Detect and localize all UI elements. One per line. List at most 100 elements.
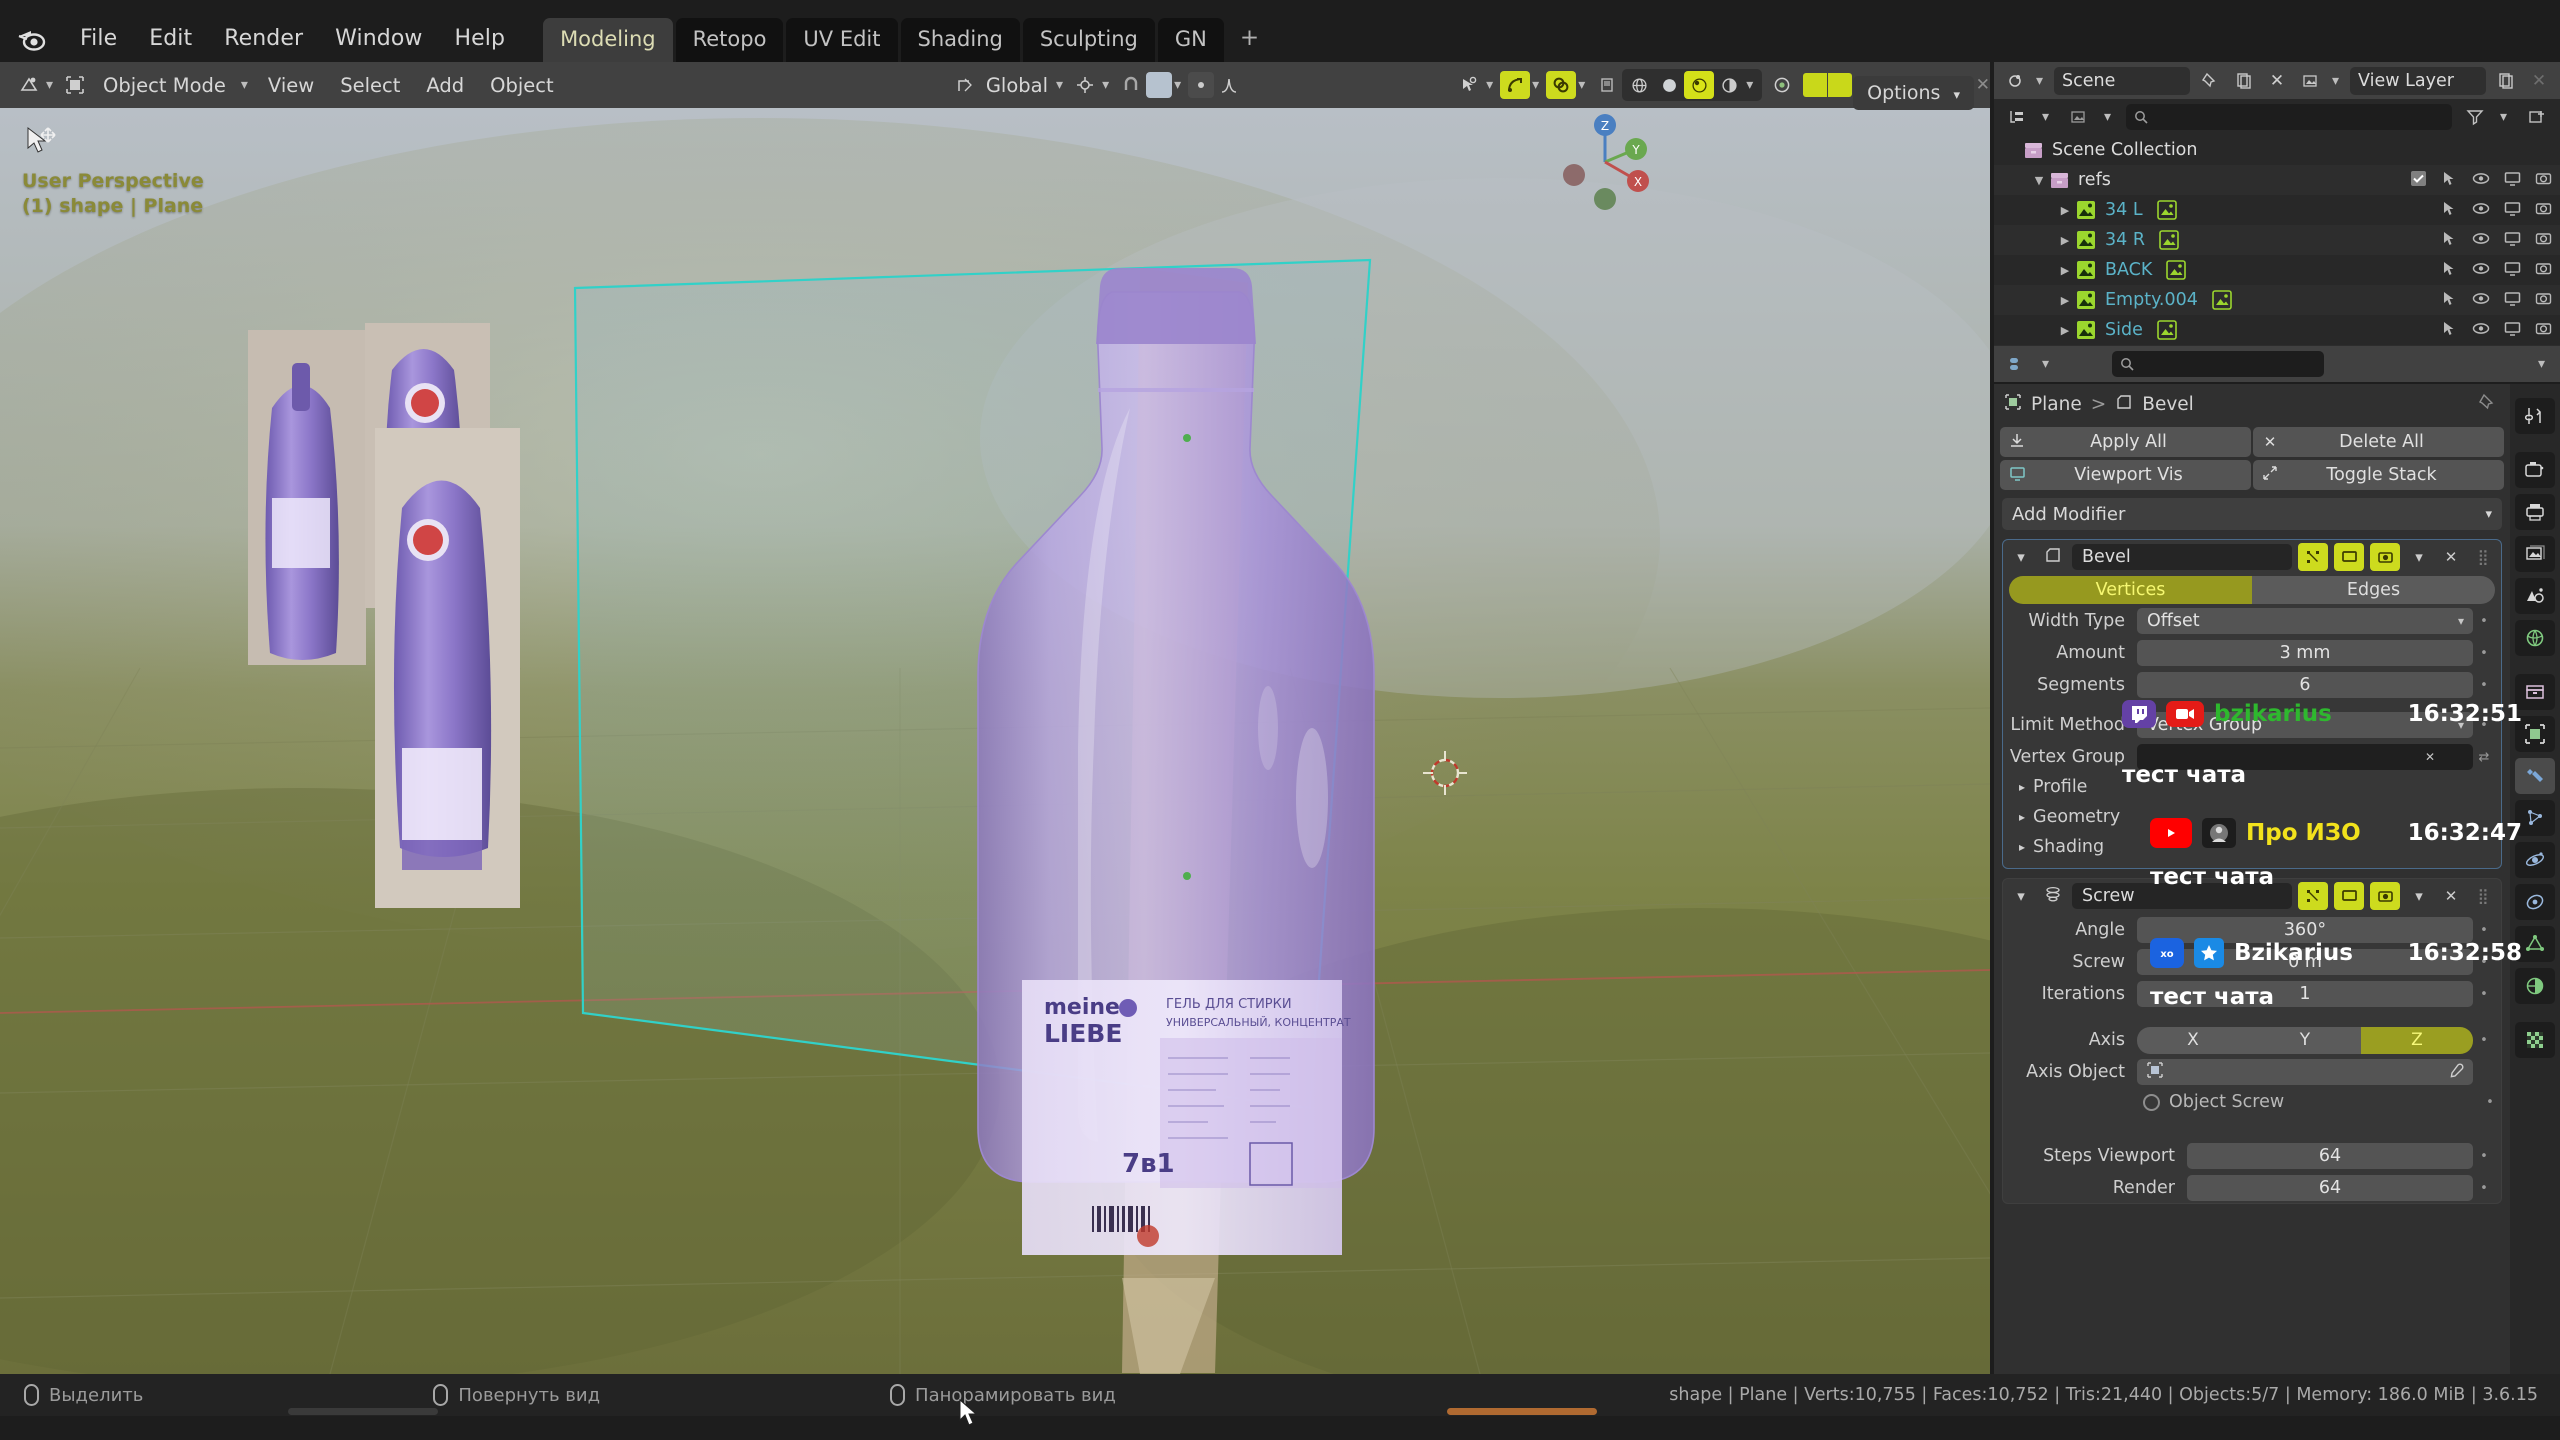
outliner-editor-type-icon[interactable] — [2000, 66, 2030, 96]
bevel-affect-segmented[interactable]: Vertices Edges — [2009, 576, 2495, 604]
shading-material-preview-icon[interactable] — [1684, 71, 1714, 99]
3d-viewport[interactable]: meine LIEBE ГЕЛЬ ДЛЯ СТИРКИ УНИВЕРСАЛЬНЫ… — [0, 62, 1990, 1374]
outliner-disable-in-render-icon[interactable] — [2535, 200, 2552, 221]
menu-render[interactable]: Render — [208, 22, 319, 55]
outliner-disable-in-render-icon[interactable] — [2535, 260, 2552, 281]
outliner-row-34-r[interactable]: ▶34 R — [1994, 225, 2560, 255]
screw-axis-segmented[interactable]: X Y Z — [2137, 1027, 2473, 1054]
outliner-footer-chevron-down-icon[interactable]: ▾ — [2040, 356, 2056, 372]
outliner-disable-in-render-icon[interactable] — [2535, 230, 2552, 251]
proportional-editing-icon[interactable] — [1146, 72, 1172, 98]
outliner-row-34-l[interactable]: ▶34 L — [1994, 195, 2560, 225]
toggle-stack-button[interactable]: Toggle Stack — [2253, 460, 2504, 490]
delete-scene-icon[interactable]: ✕ — [2262, 66, 2292, 96]
shading-solid-icon[interactable] — [1654, 71, 1684, 99]
expand-chevron-right-icon[interactable]: ▶ — [2054, 204, 2076, 217]
tab-tool-icon[interactable] — [2515, 398, 2555, 434]
gizmo-toggle-icon[interactable] — [1500, 71, 1530, 99]
orientation-chevron-down-icon[interactable]: ▾ — [1054, 77, 1070, 93]
image-data-icon[interactable] — [2157, 200, 2177, 220]
bevel-realtime-icon[interactable] — [2334, 543, 2364, 571]
image-data-icon[interactable] — [2212, 290, 2232, 310]
outliner-editor-chevron-down-icon[interactable]: ▾ — [2034, 73, 2050, 89]
screw-axis-y[interactable]: Y — [2249, 1027, 2361, 1054]
bevel-affect-vertices[interactable]: Vertices — [2009, 576, 2252, 604]
expand-chevron-right-icon[interactable]: ▶ — [2054, 264, 2076, 277]
outliner-view-chevron-down-icon[interactable]: ▾ — [2102, 109, 2118, 125]
outliner-restrict-select-icon[interactable] — [2441, 170, 2458, 191]
workspace-tab-shading[interactable]: Shading — [901, 18, 1020, 62]
tab-scene-icon[interactable] — [2515, 578, 2555, 614]
gizmo-chevron-down-icon[interactable]: ▾ — [1530, 77, 1546, 93]
view-layer-chevron-down-icon[interactable]: ▾ — [2330, 73, 2346, 89]
outliner-hide-in-viewport-icon[interactable] — [2472, 290, 2490, 311]
viewport-vis-button[interactable]: Viewport Vis — [2000, 460, 2251, 490]
outliner-disable-in-viewport-icon[interactable] — [2504, 170, 2521, 191]
outliner-restrict-select-icon[interactable] — [2441, 230, 2458, 251]
outliner-row-back[interactable]: ▶BACK — [1994, 255, 2560, 285]
outliner-hide-in-viewport-icon[interactable] — [2472, 170, 2490, 191]
outliner-restrict-select-icon[interactable] — [2441, 200, 2458, 221]
shading-rendered-icon[interactable] — [1714, 71, 1744, 99]
new-collection-icon[interactable] — [2522, 102, 2552, 132]
outliner-row-refs[interactable]: ▼refs — [1994, 165, 2560, 195]
tab-texture-icon[interactable] — [2515, 1022, 2555, 1058]
outliner-tree[interactable]: Scene Collection▼refs▶34 L▶34 R▶BACK▶Emp… — [1994, 135, 2560, 375]
bevel-amount-field[interactable]: 3 mm — [2137, 640, 2473, 666]
image-data-icon[interactable] — [2159, 230, 2179, 250]
outliner-disable-in-viewport-icon[interactable] — [2504, 320, 2521, 341]
viewport-menu-view[interactable]: View — [255, 71, 327, 100]
outliner-editor[interactable]: ▾ Scene ✕ ▾ View Layer ✕ ▾ ▾ — [1994, 62, 2560, 382]
outliner-hide-in-viewport-icon[interactable] — [2472, 230, 2490, 251]
outliner-row-empty-004[interactable]: ▶Empty.004 — [1994, 285, 2560, 315]
bevel-segments-animate-dot[interactable]: • — [2473, 678, 2495, 693]
modifier-panel-screw[interactable]: ▾ Screw ▾ ✕ ⣿ — [2002, 878, 2502, 1204]
workspace-tab-gn[interactable]: GN — [1158, 18, 1224, 62]
bevel-expand-chevron-down-icon[interactable]: ▾ — [2008, 548, 2034, 566]
viewport-options-button[interactable]: Options ▾ — [1853, 76, 1974, 110]
outliner-row-side[interactable]: ▶Side — [1994, 315, 2560, 345]
visibility-selectability-icon[interactable] — [1454, 70, 1484, 100]
outliner-view-layer-icon[interactable] — [2064, 102, 2094, 132]
viewport-canvas[interactable]: meine LIEBE ГЕЛЬ ДЛЯ СТИРКИ УНИВЕРСАЛЬНЫ… — [0, 108, 1990, 1374]
bevel-render-icon[interactable] — [2370, 543, 2400, 571]
menu-window[interactable]: Window — [319, 22, 438, 55]
shading-wireframe-icon[interactable] — [1624, 71, 1654, 99]
image-data-icon[interactable] — [2166, 260, 2186, 280]
outliner-disable-in-render-icon[interactable] — [2535, 290, 2552, 311]
menu-help[interactable]: Help — [439, 22, 522, 55]
status-scroll-handle[interactable] — [1447, 1408, 1597, 1415]
bevel-name-field[interactable]: Bevel — [2072, 544, 2292, 570]
outliner-hide-in-viewport-icon[interactable] — [2472, 200, 2490, 221]
outliner-row-scene-collection[interactable]: Scene Collection — [1994, 135, 2560, 165]
navigation-gizmo[interactable]: Z Y X — [1550, 107, 1660, 217]
object-screw-animate-dot[interactable]: • — [2479, 1095, 2501, 1110]
falloff-curve-icon[interactable] — [1214, 70, 1244, 100]
pin-icon[interactable] — [2478, 393, 2510, 415]
view-layer-selector[interactable]: View Layer — [2350, 67, 2486, 95]
snap-chevron-down-icon[interactable]: ▾ — [1100, 77, 1116, 93]
breadcrumb-modifier[interactable]: Bevel — [2142, 394, 2194, 415]
outliner-restrict-select-icon[interactable] — [2441, 320, 2458, 341]
expand-chevron-right-icon[interactable]: ▶ — [2054, 294, 2076, 307]
screw-angle-animate-dot[interactable]: • — [2473, 923, 2495, 938]
outliner-footer-expand-chevron-down-icon[interactable]: ▾ — [2536, 356, 2552, 372]
viewport-shading-popover-icon[interactable] — [1767, 70, 1797, 100]
viewport-menu-select[interactable]: Select — [327, 71, 413, 100]
apply-all-button[interactable]: Apply All — [2000, 427, 2251, 457]
screw-axis-x[interactable]: X — [2137, 1027, 2249, 1054]
bevel-amount-animate-dot[interactable]: • — [2473, 646, 2495, 661]
editor-type-icon[interactable] — [14, 70, 44, 100]
expand-chevron-right-icon[interactable]: ▶ — [2054, 324, 2076, 337]
proportional-falloff-icon[interactable] — [1188, 72, 1214, 98]
screw-axis-object-field[interactable] — [2137, 1059, 2473, 1085]
outliner-disable-in-viewport-icon[interactable] — [2504, 290, 2521, 311]
shading-chevron-down-icon[interactable]: ▾ — [1744, 77, 1760, 93]
object-screw-checkbox[interactable] — [2143, 1094, 2160, 1111]
outliner-footer-editor-icon[interactable] — [2002, 349, 2032, 379]
menu-edit[interactable]: Edit — [133, 22, 208, 55]
viewport-menu-add[interactable]: Add — [413, 71, 477, 100]
image-data-icon[interactable] — [2157, 320, 2177, 340]
outliner-disable-in-viewport-icon[interactable] — [2504, 230, 2521, 251]
outliner-hide-in-viewport-icon[interactable] — [2472, 260, 2490, 281]
